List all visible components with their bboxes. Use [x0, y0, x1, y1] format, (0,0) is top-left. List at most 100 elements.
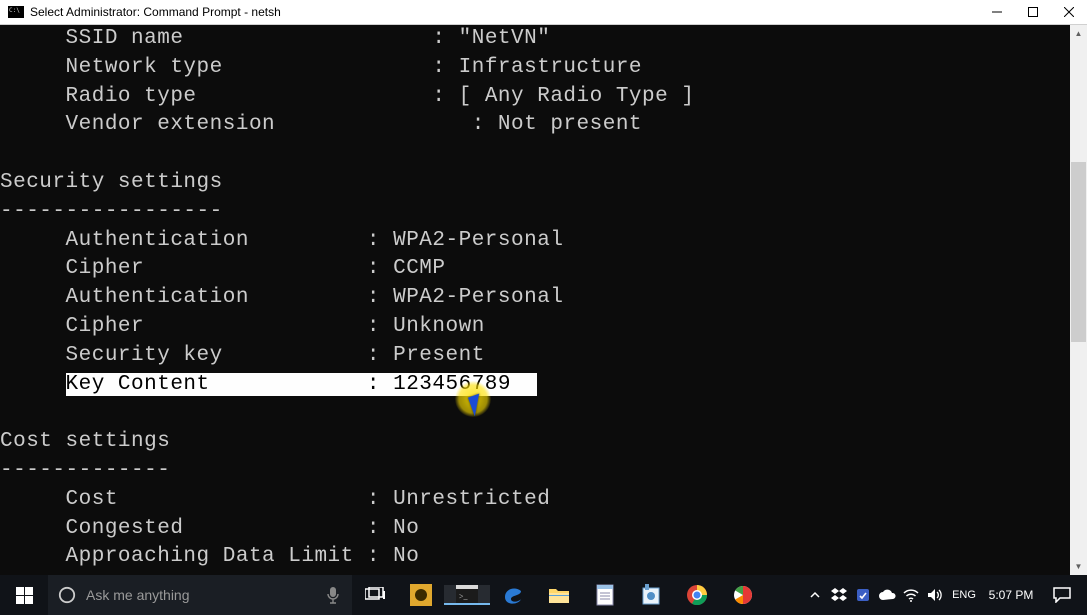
field-colon: :	[367, 342, 393, 371]
notification-icon	[1053, 587, 1071, 603]
terminal-output[interactable]: SSID name : "NetVN" Network type : Infra…	[0, 25, 1070, 575]
section-header: Cost settings	[0, 430, 170, 453]
dropbox-icon	[831, 588, 847, 602]
vertical-scrollbar[interactable]: ▲ ▼	[1070, 25, 1087, 575]
close-icon	[1064, 7, 1074, 17]
field-label: Cipher	[66, 313, 367, 342]
search-placeholder: Ask me anything	[86, 587, 324, 603]
notepad-icon	[596, 584, 614, 606]
scroll-down-button[interactable]: ▼	[1070, 558, 1087, 575]
clock-label: 5:07 PM	[989, 588, 1034, 602]
close-button[interactable]	[1051, 0, 1087, 24]
wifi-icon	[903, 588, 919, 602]
taskbar-app-notepad[interactable]	[582, 584, 628, 606]
speaker-icon	[927, 588, 943, 602]
field-value: Present	[393, 342, 485, 371]
field-colon: :	[432, 54, 458, 83]
tray-network[interactable]	[899, 575, 923, 615]
tray-onedrive[interactable]	[875, 575, 899, 615]
taskbar-app-tor[interactable]	[398, 584, 444, 606]
field-colon: :	[367, 284, 393, 313]
field-value: 123456789	[393, 371, 511, 400]
microphone-icon[interactable]	[324, 586, 342, 604]
field-label: Radio type	[66, 83, 354, 112]
field-label: Vendor extension	[66, 111, 276, 140]
shield-icon	[856, 588, 870, 602]
field-value: No	[393, 543, 419, 572]
section-divider: -----------------	[0, 200, 223, 223]
tray-lang[interactable]: ENG	[947, 575, 981, 615]
chrome-icon	[687, 585, 707, 605]
scroll-thumb[interactable]	[1071, 162, 1086, 342]
task-view-button[interactable]	[352, 587, 398, 603]
field-label: Authentication	[66, 284, 367, 313]
minimize-button[interactable]	[979, 0, 1015, 24]
taskbar-app-explorer[interactable]	[536, 586, 582, 604]
field-value: [ Any Radio Type ]	[459, 83, 695, 112]
tray-dropbox[interactable]	[827, 575, 851, 615]
chevron-up-icon	[810, 590, 820, 600]
field-value: Unrestricted	[393, 486, 550, 515]
field-value: Unknown	[393, 313, 485, 342]
field-value: WPA2-Personal	[393, 284, 563, 313]
field-colon: :	[432, 83, 458, 112]
field-colon: :	[432, 25, 458, 54]
field-label: Authentication	[66, 227, 367, 256]
windows-logo-icon	[16, 587, 33, 604]
tray-chevron[interactable]	[803, 575, 827, 615]
app-icon-1	[410, 584, 432, 606]
system-tray: ENG 5:07 PM	[803, 575, 1087, 615]
field-value: Not present	[498, 111, 642, 140]
taskbar-app-cmd[interactable]: >_	[444, 585, 490, 605]
field-label: Network type	[66, 54, 328, 83]
cmd-taskbar-icon: >_	[456, 585, 478, 603]
field-label: Approaching Data Limit	[66, 543, 367, 572]
field-value: Infrastructure	[459, 54, 642, 83]
titlebar[interactable]: Select Administrator: Command Prompt - n…	[0, 0, 1087, 25]
field-label: Congested	[66, 515, 367, 544]
field-label: Security key	[66, 342, 367, 371]
field-colon: :	[367, 543, 393, 572]
scroll-up-button[interactable]: ▲	[1070, 25, 1087, 42]
svg-text:>_: >_	[459, 592, 469, 601]
field-colon: :	[367, 486, 393, 515]
field-colon: :	[367, 371, 393, 400]
taskbar-app-generic[interactable]	[628, 584, 674, 606]
action-center-button[interactable]	[1041, 575, 1083, 615]
office-icon	[733, 585, 753, 605]
field-value: "NetVN"	[459, 25, 551, 54]
maximize-icon	[1028, 7, 1038, 17]
tray-security[interactable]	[851, 575, 875, 615]
taskbar: Ask me anything >_	[0, 575, 1087, 615]
cloud-icon	[878, 589, 896, 601]
field-colon: :	[367, 255, 393, 284]
field-label: Cipher	[66, 255, 367, 284]
tray-volume[interactable]	[923, 575, 947, 615]
start-button[interactable]	[0, 575, 48, 615]
field-label: SSID name	[66, 25, 367, 54]
field-colon: :	[472, 111, 498, 140]
section-divider: -------------	[0, 459, 170, 482]
field-colon: :	[367, 515, 393, 544]
maximize-button[interactable]	[1015, 0, 1051, 24]
window-controls	[979, 0, 1087, 24]
field-label: Key Content	[66, 371, 367, 400]
client-area: SSID name : "NetVN" Network type : Infra…	[0, 25, 1087, 575]
scroll-track[interactable]	[1070, 42, 1087, 558]
cmd-icon	[8, 6, 24, 18]
tray-clock[interactable]: 5:07 PM	[981, 575, 1041, 615]
field-value: No	[393, 515, 419, 544]
lang-label: ENG	[952, 589, 976, 601]
window-title: Select Administrator: Command Prompt - n…	[30, 5, 979, 19]
edge-icon	[502, 584, 524, 606]
app-window: Select Administrator: Command Prompt - n…	[0, 0, 1087, 615]
taskbar-app-chrome[interactable]	[674, 585, 720, 605]
taskbar-app-office[interactable]	[720, 585, 766, 605]
taskbar-app-edge[interactable]	[490, 584, 536, 606]
minimize-icon	[992, 7, 1002, 17]
search-box[interactable]: Ask me anything	[48, 575, 352, 615]
field-label: Cost	[66, 486, 367, 515]
selected-line[interactable]: Key Content : 123456789	[66, 373, 538, 396]
field-value: WPA2-Personal	[393, 227, 563, 256]
field-colon: :	[367, 227, 393, 256]
